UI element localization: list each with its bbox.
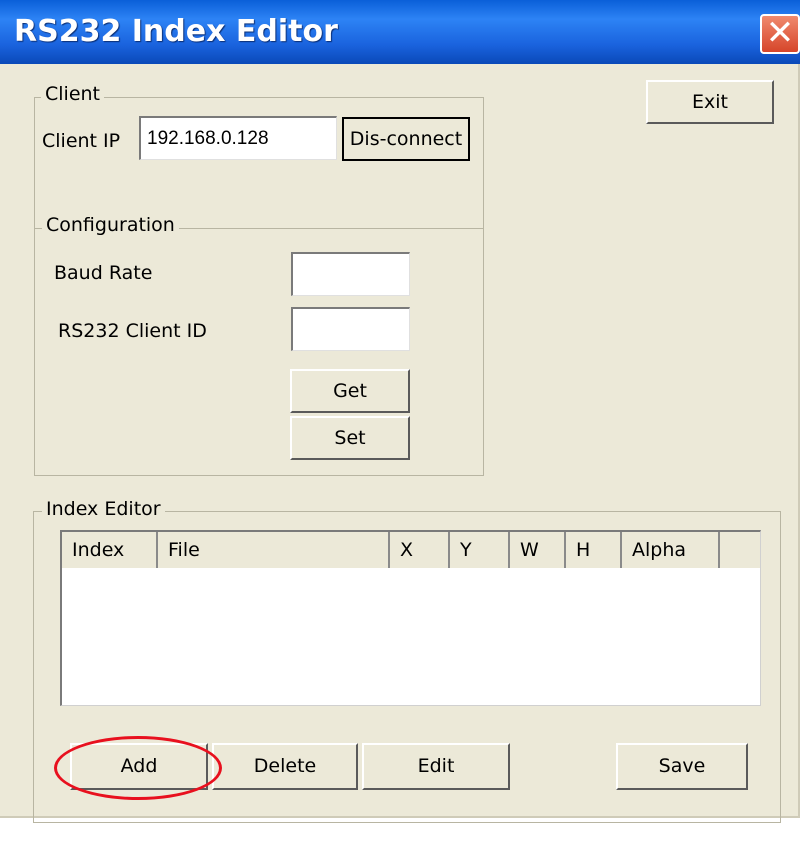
column-header-extra[interactable]	[720, 532, 760, 568]
rs232-index-editor-window: RS232 Index Editor ✕ Client Client IP Di…	[0, 0, 800, 823]
save-button[interactable]: Save	[616, 743, 748, 790]
delete-button[interactable]: Delete	[212, 743, 358, 790]
column-header-y[interactable]: Y	[450, 532, 510, 568]
window-title: RS232 Index Editor	[14, 14, 338, 49]
baud-rate-label: Baud Rate	[54, 262, 153, 284]
set-button[interactable]: Set	[290, 416, 410, 460]
index-editor-group-label: Index Editor	[42, 498, 165, 520]
column-header-x[interactable]: X	[390, 532, 450, 568]
column-header-index[interactable]: Index	[62, 532, 158, 568]
rs232-client-id-label: RS232 Client ID	[58, 320, 207, 342]
client-ip-label: Client IP	[42, 130, 121, 152]
get-button[interactable]: Get	[290, 369, 410, 413]
disconnect-button[interactable]: Dis-connect	[342, 117, 470, 161]
exit-button[interactable]: Exit	[646, 80, 774, 124]
edit-button[interactable]: Edit	[362, 743, 510, 790]
title-bar[interactable]: RS232 Index Editor ✕	[0, 0, 800, 64]
list-body[interactable]	[62, 568, 760, 705]
rs232-client-id-field[interactable]	[291, 307, 410, 351]
column-header-file[interactable]: File	[158, 532, 390, 568]
configuration-group-label: Configuration	[42, 214, 179, 236]
close-icon[interactable]: ✕	[760, 14, 800, 54]
client-ip-field[interactable]	[139, 116, 337, 160]
column-header-alpha[interactable]: Alpha	[622, 532, 720, 568]
baud-rate-field[interactable]	[291, 252, 410, 296]
column-header-h[interactable]: H	[566, 532, 622, 568]
client-group-label: Client	[41, 83, 105, 105]
annotation-circle	[54, 736, 222, 800]
index-list[interactable]: Index File X Y W H Alpha	[60, 530, 761, 706]
column-header-w[interactable]: W	[510, 532, 566, 568]
